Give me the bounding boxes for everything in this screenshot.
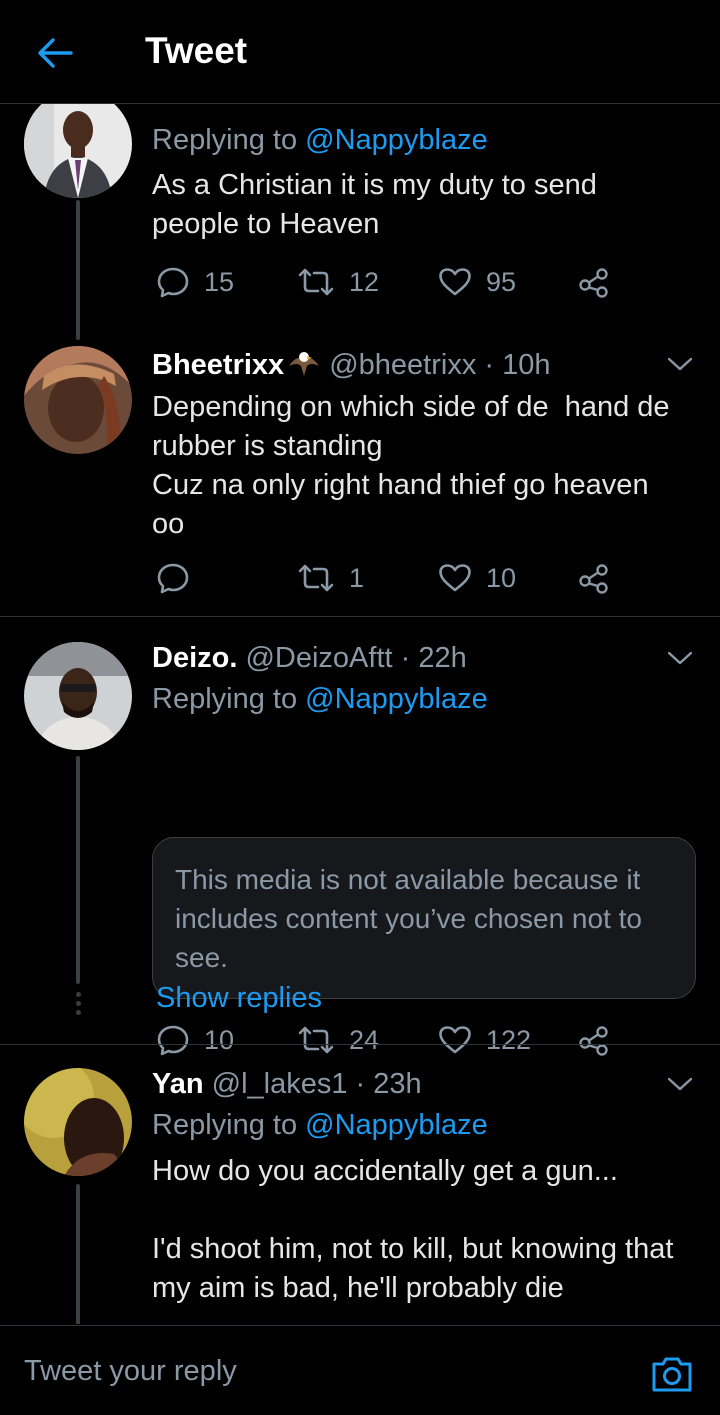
mention-link[interactable]: @Nappyblaze [305,124,488,156]
tweet-text: Depending on which side of de hand de ru… [152,391,670,540]
reply-tweet[interactable]: Deizo. @DeizoAftt · 22h Replying to @Nap… [0,616,720,1056]
handle-and-time: @DeizoAftt · 22h [237,642,467,674]
back-button[interactable] [30,28,80,78]
chevron-down-icon [667,650,693,666]
tweet-thread[interactable]: Replying to @Nappyblaze As a Christian i… [0,104,720,1324]
display-name[interactable]: Deizo. [152,642,237,674]
retweet-icon [297,267,335,297]
like-icon [438,267,472,297]
eagle-emoji-icon [287,348,321,378]
avatar[interactable] [24,104,132,198]
tweet-header: Bheetrixx @bheetrixx · 10h [152,348,551,382]
retweet-button[interactable]: 12 [297,262,379,302]
avatar[interactable] [24,642,132,750]
reply-composer [0,1325,720,1415]
tweet-text: How do you accidentally get a gun... I'd… [152,1155,674,1304]
tweet-header: Yan @l_lakes1 · 23h [152,1068,422,1101]
chevron-down-icon [667,356,693,372]
retweet-icon [297,563,335,593]
chevron-down-icon [667,1076,693,1092]
thread-line [76,756,80,984]
camera-icon [650,1354,694,1394]
handle-and-time: @bheetrixx · 10h [321,349,551,381]
thread-line [76,1184,80,1324]
replying-to: Replying to @Nappyblaze [152,683,488,715]
retweet-count: 12 [349,266,380,297]
avatar[interactable] [24,1068,132,1176]
page-title: Tweet [145,30,248,71]
retweet-count: 1 [349,562,365,593]
like-count: 10 [486,562,517,593]
reply-input[interactable] [24,1348,624,1394]
share-icon [578,562,610,594]
tweet-menu-button[interactable] [664,1070,696,1098]
replying-to: Replying to @Nappyblaze [152,1109,488,1141]
like-icon [438,563,472,593]
mention-link[interactable]: @Nappyblaze [305,1109,488,1141]
camera-button[interactable] [650,1354,694,1394]
reply-tweet[interactable]: Yan @l_lakes1 · 23h Replying to @Nappybl… [0,1044,720,1324]
reply-tweet[interactable]: Replying to @Nappyblaze As a Christian i… [0,104,720,344]
reply-tweet[interactable]: Bheetrixx @bheetrixx · 10h Depending on … [0,344,720,616]
tweet-menu-button[interactable] [664,350,696,378]
like-count: 95 [486,266,517,297]
like-button[interactable]: 10 [438,558,516,598]
reply-button[interactable] [156,558,204,598]
top-app-bar: Tweet [0,0,720,104]
more-replies-indicator [74,990,82,1017]
avatar[interactable] [24,346,132,454]
handle-and-time: @l_lakes1 · 23h [203,1068,422,1100]
reply-button[interactable]: 15 [156,262,234,302]
display-name[interactable]: Yan [152,1068,204,1100]
tweet-actions: 1 10 [152,558,622,598]
display-name[interactable]: Bheetrixx [152,349,284,381]
retweet-button[interactable]: 1 [297,558,364,598]
tweet-header: Deizo. @DeizoAftt · 22h [152,642,467,675]
share-button[interactable] [578,262,610,302]
show-replies-link[interactable]: Show replies [156,982,322,1015]
media-notice-text: This media is not available because it i… [175,864,642,973]
reply-icon [156,561,190,595]
tweet-text: As a Christian it is my duty to send peo… [152,169,597,240]
like-button[interactable]: 95 [438,262,516,302]
reply-count: 15 [204,266,235,297]
thread-line [76,200,80,340]
back-arrow-icon [37,37,73,69]
replying-to: Replying to @Nappyblaze [152,124,488,156]
tweet-menu-button[interactable] [664,644,696,672]
mention-link[interactable]: @Nappyblaze [305,683,488,715]
share-icon [578,266,610,298]
reply-icon [156,265,190,299]
tweet-actions: 15 12 95 [152,262,622,302]
sensitive-media-notice[interactable]: This media is not available because it i… [152,837,696,999]
share-button[interactable] [578,558,610,598]
